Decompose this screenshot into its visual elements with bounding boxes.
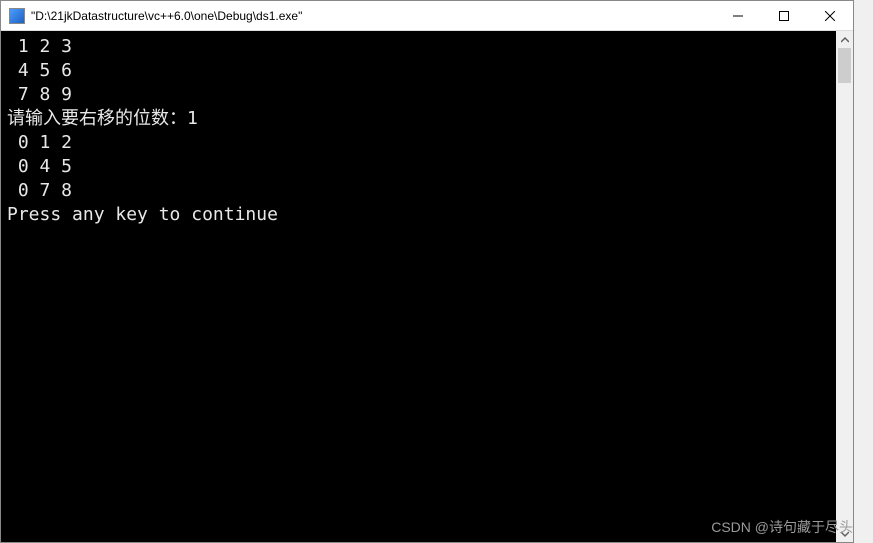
minimize-icon <box>733 11 743 21</box>
console-line: 0 7 8 <box>7 180 72 201</box>
scroll-track[interactable] <box>836 48 853 525</box>
console-line: 4 5 6 <box>7 60 72 81</box>
console-line: 0 1 2 <box>7 132 72 153</box>
titlebar: "D:\21jkDatastructure\vc++6.0\one\Debug\… <box>1 1 853 31</box>
console-line: 0 4 5 <box>7 156 72 177</box>
scroll-thumb[interactable] <box>838 48 851 83</box>
console-line: 7 8 9 <box>7 84 72 105</box>
maximize-button[interactable] <box>761 1 807 30</box>
window-controls <box>715 1 853 30</box>
vertical-scrollbar[interactable] <box>836 31 853 542</box>
window-title: "D:\21jkDatastructure\vc++6.0\one\Debug\… <box>31 9 302 23</box>
titlebar-left: "D:\21jkDatastructure\vc++6.0\one\Debug\… <box>1 8 302 24</box>
app-icon <box>9 8 25 24</box>
close-icon <box>825 11 835 21</box>
scroll-up-button[interactable] <box>836 31 853 48</box>
minimize-button[interactable] <box>715 1 761 30</box>
chevron-up-icon <box>841 36 849 44</box>
console-line: 1 2 3 <box>7 36 72 57</box>
scroll-down-button[interactable] <box>836 525 853 542</box>
console-output: 1 2 3 4 5 6 7 8 9 请输入要右移的位数：1 0 1 2 0 4 … <box>1 31 836 542</box>
console-line: Press any key to continue <box>7 204 278 225</box>
console-window: "D:\21jkDatastructure\vc++6.0\one\Debug\… <box>0 0 854 543</box>
console-line: 请输入要右移的位数：1 <box>7 108 198 129</box>
chevron-down-icon <box>841 530 849 538</box>
content-area: 1 2 3 4 5 6 7 8 9 请输入要右移的位数：1 0 1 2 0 4 … <box>1 31 853 542</box>
maximize-icon <box>779 11 789 21</box>
close-button[interactable] <box>807 1 853 30</box>
